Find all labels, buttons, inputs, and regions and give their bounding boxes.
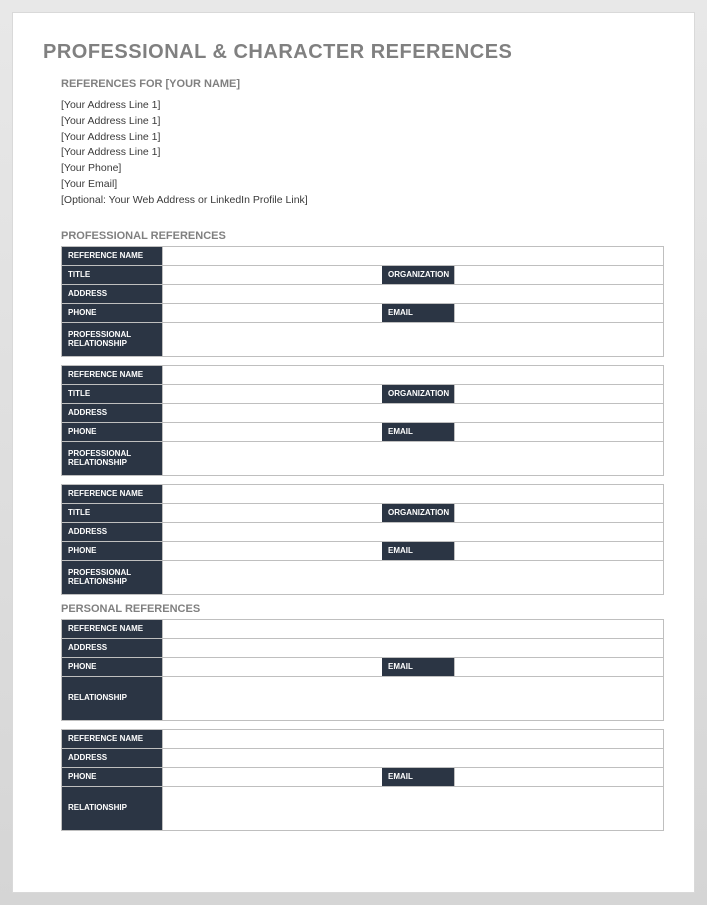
field-address[interactable]: [162, 404, 663, 422]
professional-reference-block: REFERENCE NAME TITLE ORGANIZATION ADDRES…: [61, 365, 664, 476]
label-organization: ORGANIZATION: [382, 385, 454, 403]
label-address: ADDRESS: [62, 523, 162, 541]
field-phone[interactable]: [162, 768, 382, 786]
subheading-references-for: REFERENCES FOR [YOUR NAME]: [61, 78, 664, 90]
personal-reference-block: REFERENCE NAME ADDRESS PHONE EMAIL RELAT…: [61, 619, 664, 721]
field-relationship[interactable]: [162, 677, 663, 720]
field-email[interactable]: [454, 658, 663, 676]
field-address[interactable]: [162, 749, 663, 767]
label-professional-relationship: PROFESSIONAL RELATIONSHIP: [62, 442, 162, 475]
label-reference-name: REFERENCE NAME: [62, 366, 162, 384]
field-email[interactable]: [454, 542, 663, 560]
label-email: EMAIL: [382, 768, 454, 786]
field-reference-name[interactable]: [162, 247, 663, 265]
field-phone[interactable]: [162, 542, 382, 560]
field-address[interactable]: [162, 285, 663, 303]
field-phone[interactable]: [162, 423, 382, 441]
info-line: [Your Address Line 1]: [61, 130, 664, 146]
info-line: [Your Address Line 1]: [61, 114, 664, 130]
applicant-info-block: [Your Address Line 1] [Your Address Line…: [61, 98, 664, 208]
section-title-professional: PROFESSIONAL REFERENCES: [61, 230, 664, 242]
field-email[interactable]: [454, 423, 663, 441]
label-relationship: RELATIONSHIP: [62, 677, 162, 720]
field-title[interactable]: [162, 504, 382, 522]
label-reference-name: REFERENCE NAME: [62, 730, 162, 748]
label-professional-relationship: PROFESSIONAL RELATIONSHIP: [62, 323, 162, 356]
info-line: [Your Address Line 1]: [61, 145, 664, 161]
label-phone: PHONE: [62, 423, 162, 441]
document-page: PROFESSIONAL & CHARACTER REFERENCES REFE…: [12, 12, 695, 893]
label-title: TITLE: [62, 385, 162, 403]
field-organization[interactable]: [454, 504, 663, 522]
page-title: PROFESSIONAL & CHARACTER REFERENCES: [43, 41, 664, 64]
field-title[interactable]: [162, 385, 382, 403]
field-title[interactable]: [162, 266, 382, 284]
field-professional-relationship[interactable]: [162, 561, 663, 594]
field-email[interactable]: [454, 304, 663, 322]
label-title: TITLE: [62, 266, 162, 284]
professional-reference-block: REFERENCE NAME TITLE ORGANIZATION ADDRES…: [61, 246, 664, 357]
field-reference-name[interactable]: [162, 366, 663, 384]
label-address: ADDRESS: [62, 404, 162, 422]
field-organization[interactable]: [454, 266, 663, 284]
field-phone[interactable]: [162, 304, 382, 322]
info-line: [Your Phone]: [61, 161, 664, 177]
label-professional-relationship: PROFESSIONAL RELATIONSHIP: [62, 561, 162, 594]
label-email: EMAIL: [382, 423, 454, 441]
field-organization[interactable]: [454, 385, 663, 403]
info-line: [Your Address Line 1]: [61, 98, 664, 114]
field-reference-name[interactable]: [162, 485, 663, 503]
label-reference-name: REFERENCE NAME: [62, 247, 162, 265]
label-relationship: RELATIONSHIP: [62, 787, 162, 830]
personal-reference-block: REFERENCE NAME ADDRESS PHONE EMAIL RELAT…: [61, 729, 664, 831]
label-organization: ORGANIZATION: [382, 266, 454, 284]
label-phone: PHONE: [62, 658, 162, 676]
info-line: [Your Email]: [61, 177, 664, 193]
label-phone: PHONE: [62, 768, 162, 786]
section-title-personal: PERSONAL REFERENCES: [61, 603, 664, 615]
label-email: EMAIL: [382, 304, 454, 322]
field-address[interactable]: [162, 523, 663, 541]
field-email[interactable]: [454, 768, 663, 786]
field-relationship[interactable]: [162, 787, 663, 830]
field-reference-name[interactable]: [162, 620, 663, 638]
label-address: ADDRESS: [62, 639, 162, 657]
field-professional-relationship[interactable]: [162, 442, 663, 475]
field-professional-relationship[interactable]: [162, 323, 663, 356]
field-phone[interactable]: [162, 658, 382, 676]
label-address: ADDRESS: [62, 749, 162, 767]
label-phone: PHONE: [62, 542, 162, 560]
label-organization: ORGANIZATION: [382, 504, 454, 522]
label-address: ADDRESS: [62, 285, 162, 303]
field-reference-name[interactable]: [162, 730, 663, 748]
label-reference-name: REFERENCE NAME: [62, 620, 162, 638]
field-address[interactable]: [162, 639, 663, 657]
label-email: EMAIL: [382, 542, 454, 560]
info-line: [Optional: Your Web Address or LinkedIn …: [61, 193, 664, 209]
label-reference-name: REFERENCE NAME: [62, 485, 162, 503]
label-email: EMAIL: [382, 658, 454, 676]
label-phone: PHONE: [62, 304, 162, 322]
label-title: TITLE: [62, 504, 162, 522]
professional-reference-block: REFERENCE NAME TITLE ORGANIZATION ADDRES…: [61, 484, 664, 595]
